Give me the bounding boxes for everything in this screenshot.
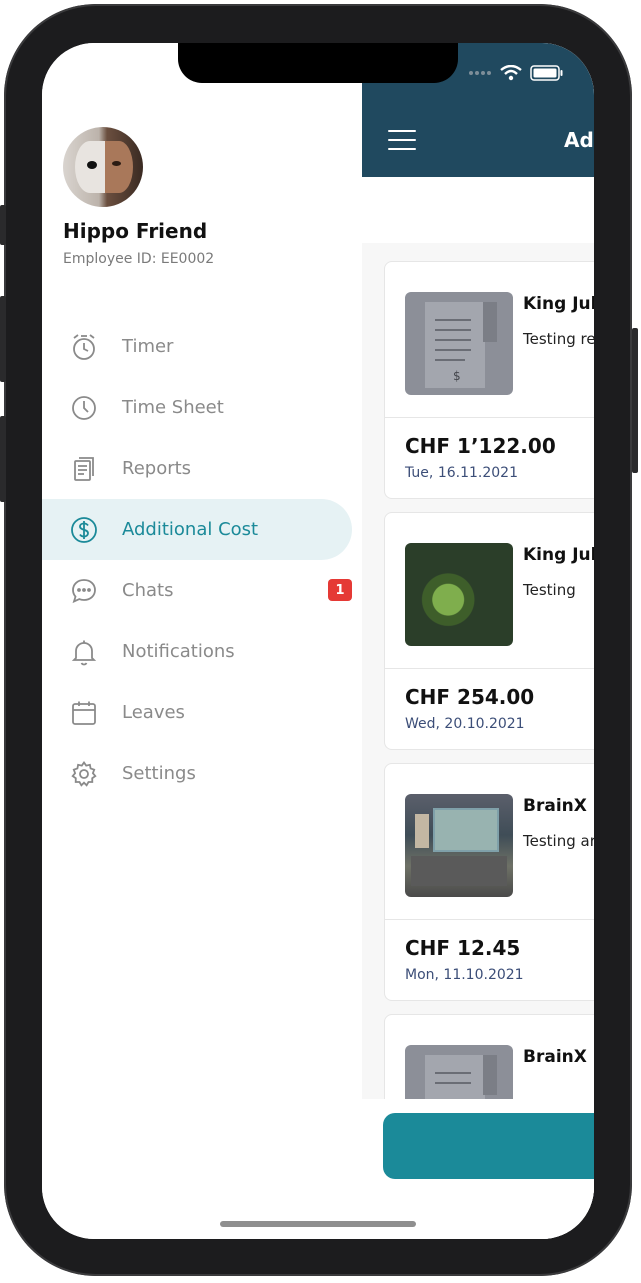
home-indicator[interactable] — [220, 1221, 416, 1227]
employee-id: Employee ID: EE0002 — [63, 251, 215, 267]
plant-photo-thumbnail — [405, 543, 513, 646]
dollar-circle-icon — [70, 516, 98, 544]
volume-down-button — [0, 416, 6, 502]
menu-item-additional-cost[interactable]: Additional Cost — [42, 499, 352, 560]
menu-item-notifications[interactable]: Notifications — [42, 621, 362, 682]
avatar[interactable] — [63, 127, 143, 207]
menu-item-reports[interactable]: Reports — [42, 438, 362, 499]
card-amount: CHF 254.00 — [405, 685, 535, 709]
svg-text:$: $ — [453, 369, 461, 383]
menu-item-timer[interactable]: Timer — [42, 316, 362, 377]
menu-item-label: Notifications — [122, 641, 235, 662]
unread-badge: 1 — [328, 579, 352, 601]
volume-up-button — [0, 296, 6, 382]
stopwatch-icon — [70, 333, 98, 361]
menu-item-label: Timer — [122, 336, 174, 357]
drawer-menu: Timer Time Sheet Reports Additional Cost — [42, 316, 362, 804]
menu-item-label: Additional Cost — [122, 519, 259, 540]
card-description: Testing ar — [523, 832, 594, 850]
notch — [178, 43, 458, 83]
power-button — [632, 328, 638, 473]
card-title: BrainX — [523, 1047, 587, 1067]
card-date: Tue, 16.11.2021 — [405, 465, 518, 481]
expense-card[interactable]: $ King Jul Testing re CHF 1’122.00 Tue, … — [384, 261, 594, 499]
menu-item-label: Settings — [122, 763, 196, 784]
desk-image — [411, 808, 507, 886]
menu-icon[interactable] — [388, 130, 416, 150]
wifi-icon — [500, 65, 522, 81]
menu-item-leaves[interactable]: Leaves — [42, 682, 362, 743]
card-title: King Jul — [523, 545, 594, 565]
card-divider — [385, 919, 594, 920]
desk-photo-thumbnail — [405, 794, 513, 897]
filter-band — [362, 177, 594, 243]
navigation-drawer: Hippo Friend Employee ID: EE0002 Timer T… — [42, 43, 362, 1239]
battery-icon — [530, 65, 563, 81]
expense-card[interactable]: BrainX Testing ar CHF 12.45 Mon, 11.10.2… — [384, 763, 594, 1001]
card-date: Wed, 20.10.2021 — [405, 716, 525, 732]
user-name: Hippo Friend — [63, 219, 208, 243]
receipt-thumbnail: $ — [405, 292, 513, 395]
chat-bubble-icon — [70, 577, 98, 605]
card-description: Testing — [523, 581, 576, 599]
silent-switch — [0, 205, 6, 245]
menu-item-label: Leaves — [122, 702, 185, 723]
menu-item-label: Chats — [122, 580, 174, 601]
card-divider — [385, 417, 594, 418]
calendar-icon — [70, 699, 98, 727]
card-date: Mon, 11.10.2021 — [405, 967, 524, 983]
clock-icon — [70, 394, 98, 422]
card-title: BrainX — [523, 796, 587, 816]
receipt-icon: $ — [425, 302, 497, 388]
card-divider — [385, 668, 594, 669]
card-title: King Jul — [523, 294, 594, 314]
card-amount: CHF 12.45 — [405, 936, 521, 960]
additional-cost-screen: Ad $ King Jul Testing re CHF 1’122.00 Tu… — [362, 43, 594, 1239]
expense-card[interactable]: King Jul Testing CHF 254.00 Wed, 20.10.2… — [384, 512, 594, 750]
menu-item-settings[interactable]: Settings — [42, 743, 362, 804]
menu-item-label: Reports — [122, 458, 192, 479]
add-cost-button[interactable] — [383, 1113, 594, 1179]
menu-item-chats[interactable]: Chats 1 — [42, 560, 362, 621]
card-description: Testing re — [523, 330, 594, 348]
status-bar — [468, 65, 564, 81]
card-amount: CHF 1’122.00 — [405, 434, 556, 458]
bell-icon — [70, 638, 98, 666]
menu-item-time-sheet[interactable]: Time Sheet — [42, 377, 362, 438]
signal-icon — [469, 71, 491, 75]
screen: Ad $ King Jul Testing re CHF 1’122.00 Tu… — [42, 43, 594, 1239]
page-title: Ad — [564, 128, 594, 152]
document-icon — [70, 455, 98, 483]
gear-icon — [70, 760, 98, 788]
menu-item-label: Time Sheet — [122, 397, 224, 418]
